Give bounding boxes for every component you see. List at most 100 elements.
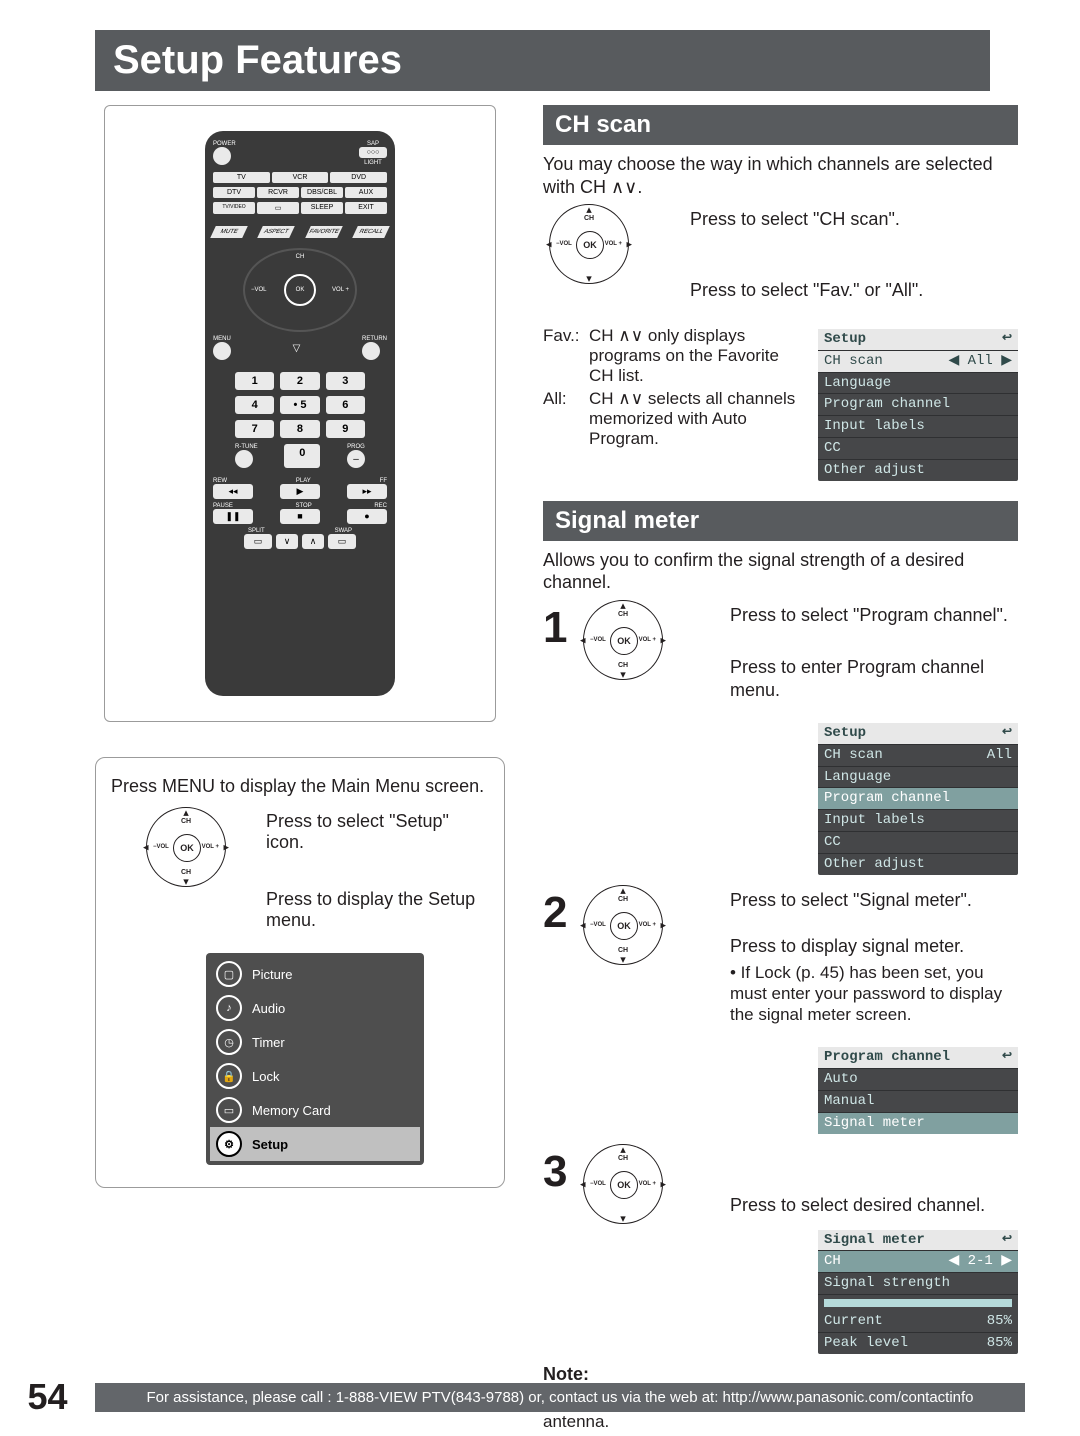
step-2-num: 2 xyxy=(543,891,571,935)
number-pad: 1 2 3 4 • 5 6 7 8 9 xyxy=(235,372,365,438)
sap-button: ○○○ xyxy=(359,147,387,158)
ch-scan-osd: Setup↩ CH scan◀ All ▶ Language Program c… xyxy=(818,329,1018,481)
num-8: 8 xyxy=(280,420,319,438)
assistance-bar: For assistance, please call : 1-888-VIEW… xyxy=(95,1383,1025,1412)
page-title: Setup Features xyxy=(95,30,990,91)
power-button xyxy=(213,147,231,165)
setup-icon: ⚙ xyxy=(216,1131,242,1157)
remote-control-figure: POWER SAP ○○○ LIGHT TV VCR DVD xyxy=(205,131,395,696)
prog-button: – xyxy=(347,450,365,468)
back-icon: ↩ xyxy=(1002,725,1012,742)
step-1-num: 1 xyxy=(543,606,571,650)
swap-button: ▭ xyxy=(328,534,356,549)
favorite-button: FAVORITE xyxy=(305,226,343,238)
select-setup-text: Press to select "Setup" icon. xyxy=(266,811,476,853)
menu-callout-box: Press MENU to display the Main Menu scre… xyxy=(95,757,505,1188)
content-columns: POWER SAP ○○○ LIGHT TV VCR DVD xyxy=(95,105,1025,1436)
signal-step-3: 3 ▴ CH ◂ −VOL OK VOL + ▸ ▾ Press to sele… xyxy=(543,1144,1018,1224)
exit-button: EXIT xyxy=(345,202,387,214)
s1-a: Press to select "Program channel". xyxy=(730,604,1018,627)
osd-item-setup: ⚙Setup xyxy=(210,1127,420,1161)
play-button: ▶ xyxy=(280,484,320,499)
page-number: 54 xyxy=(0,1376,95,1418)
vcr-button: VCR xyxy=(272,172,329,183)
signal-osd-3: Signal meter↩ CH◀ 2-1 ▶ Signal strength … xyxy=(818,1230,1018,1354)
signal-heading: Signal meter xyxy=(543,501,1018,541)
all-desc: All: CH ∧∨ selects all channels memorize… xyxy=(543,389,806,449)
ch-scan-heading: CH scan xyxy=(543,105,1018,145)
dpad-vol-plus: VOL + xyxy=(332,287,349,293)
num-3: 3 xyxy=(326,372,365,390)
num-0: 0 xyxy=(284,444,320,468)
aspect-button: ASPECT xyxy=(258,226,296,238)
ch-scan-step1: Press to select "CH scan". xyxy=(690,208,1018,231)
left-column: POWER SAP ○○○ LIGHT TV VCR DVD xyxy=(95,105,505,1436)
main-menu-osd: ▢Picture ♪Audio ◷Timer 🔒Lock ▭Memory Car… xyxy=(206,953,424,1165)
num-7: 7 xyxy=(235,420,274,438)
num-2: 2 xyxy=(280,372,319,390)
osd1-highlight: Program channel xyxy=(818,788,1018,810)
ff-button: ▸▸ xyxy=(347,484,387,499)
num-1: 1 xyxy=(235,372,274,390)
nav-diagram-setup: ▴ CH ◂ −VOL OK VOL + ▸ CH ▾ xyxy=(111,807,251,887)
back-icon: ↩ xyxy=(1002,1049,1012,1066)
menu-label: MENU xyxy=(213,336,231,342)
stop-button: ■ xyxy=(280,509,320,524)
lock-icon: 🔒 xyxy=(216,1063,242,1089)
signal-osd-2: Program channel↩ Auto Manual Signal mete… xyxy=(818,1047,1018,1133)
light-label: LIGHT xyxy=(359,160,387,166)
remote-ok-button: OK xyxy=(284,274,316,306)
s3-a: Press to select desired channel. xyxy=(730,1194,1018,1217)
num-6: 6 xyxy=(326,396,365,414)
ch-scan-step-press: ▴ CH ◂ −VOL OK VOL + ▸ ▾ Press to select… xyxy=(543,204,1018,305)
s2-b: Press to display signal meter. xyxy=(730,935,1018,958)
signal-step-1: 1 ▴ CH ◂ −VOL OK VOL + ▸ CH ▾ Pre xyxy=(543,600,1018,706)
prog-label: PROG xyxy=(347,444,365,450)
right-column: CH scan You may choose the way in which … xyxy=(543,105,1018,1436)
signal-intro: Allows you to confirm the signal strengt… xyxy=(543,549,1018,594)
ch-scan-intro: You may choose the way in which channels… xyxy=(543,153,1018,198)
mute-button: MUTE xyxy=(210,226,248,238)
tvvideo-button: TV/VIDEO xyxy=(213,202,255,214)
signal-step-2: 2 ▴ CH ◂ −VOL OK VOL + ▸ CH ▾ Pre xyxy=(543,885,1018,1030)
audio-icon: ♪ xyxy=(216,995,242,1021)
display-setup-text: Press to display the Setup menu. xyxy=(266,889,476,931)
back-icon: ↩ xyxy=(1002,1232,1012,1249)
recall-button: RECALL xyxy=(352,226,390,238)
signal-osd-1: Setup↩ CH scanAll Language Program chann… xyxy=(818,723,1018,875)
rtune-label: R-TUNE xyxy=(235,444,258,450)
memory-icon: ▭ xyxy=(216,1097,242,1123)
pause-button: ❚❚ xyxy=(213,509,253,524)
osd-item-audio: ♪Audio xyxy=(210,991,420,1025)
return-button xyxy=(362,342,380,360)
num-5: • 5 xyxy=(280,396,319,414)
dpad-vol-minus: −VOL xyxy=(251,287,267,293)
tv-button: TV xyxy=(213,172,270,183)
osd-item-memory: ▭Memory Card xyxy=(210,1093,420,1127)
page: Setup Features POWER SAP ○○○ LIGHT xyxy=(0,0,1080,1436)
sleep-button: SLEEP xyxy=(301,202,343,214)
rew-button: ◂◂ xyxy=(213,484,253,499)
back-icon: ↩ xyxy=(1002,331,1012,348)
ch-down: ∨ xyxy=(276,534,298,549)
remote-dpad: CH −VOL OK VOL + xyxy=(243,248,357,332)
rtune-button xyxy=(235,450,253,468)
split-button: ▭ xyxy=(244,534,272,549)
signal-strength-bar xyxy=(824,1299,1012,1307)
osd2-highlight: Signal meter xyxy=(818,1113,1018,1134)
s2-note: • If Lock (p. 45) has been set, you must… xyxy=(730,962,1018,1026)
page-footer: 54 For assistance, please call : 1-888-V… xyxy=(0,1376,1080,1418)
osd-item-timer: ◷Timer xyxy=(210,1025,420,1059)
rcvr-button: RCVR xyxy=(257,187,299,198)
s2-a: Press to select "Signal meter". xyxy=(730,889,1018,912)
osd-item-picture: ▢Picture xyxy=(210,957,420,991)
ch-up: ∧ xyxy=(302,534,324,549)
dpad-ch: CH xyxy=(296,254,305,260)
dtv-button: DTV xyxy=(213,187,255,198)
dvd-button: DVD xyxy=(330,172,387,183)
ch-scan-step2: Press to select "Fav." or "All". xyxy=(690,279,1018,302)
step-3-num: 3 xyxy=(543,1150,571,1194)
osd-item-lock: 🔒Lock xyxy=(210,1059,420,1093)
num-9: 9 xyxy=(326,420,365,438)
menu-button xyxy=(213,342,231,360)
